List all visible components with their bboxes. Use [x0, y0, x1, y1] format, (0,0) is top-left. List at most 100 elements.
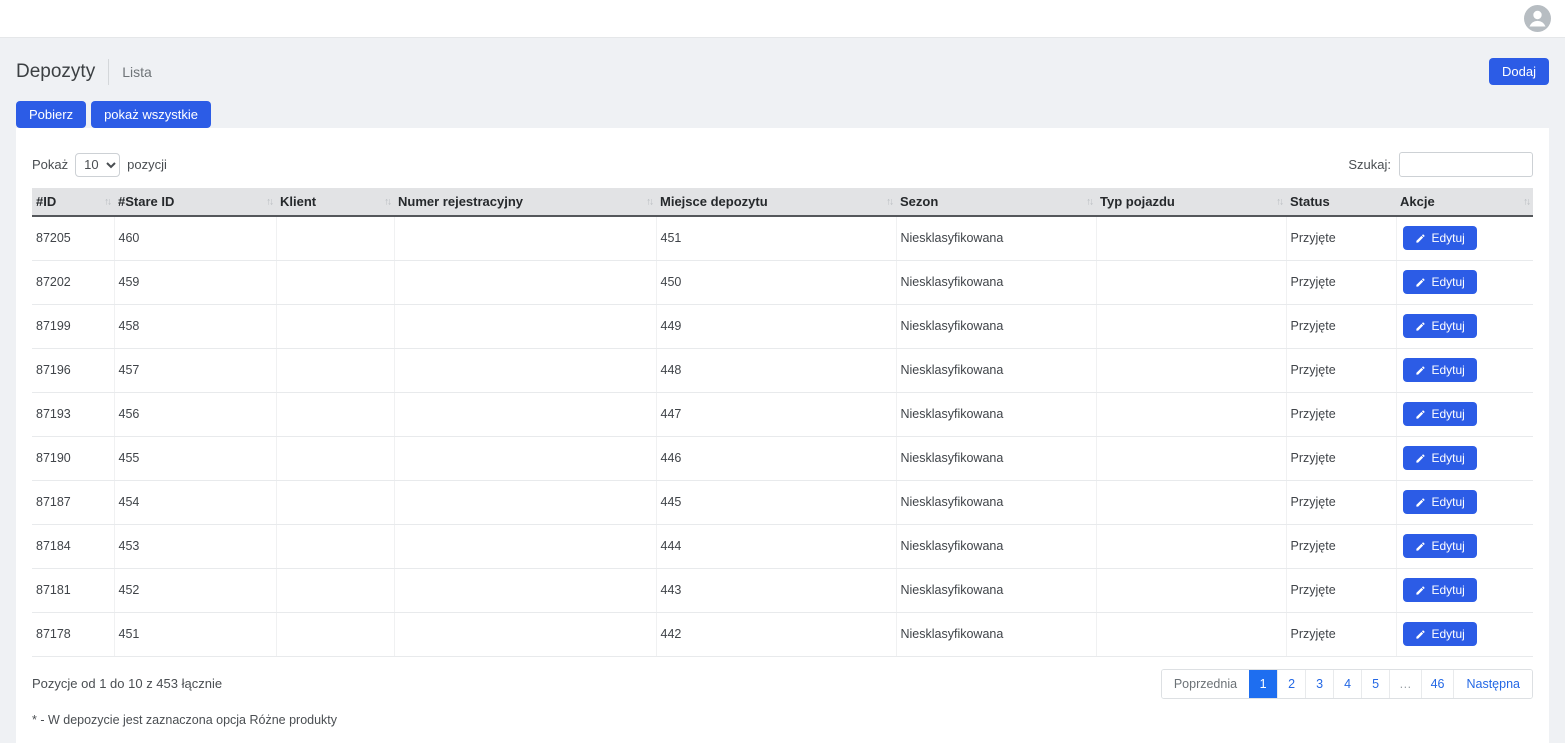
show-all-button[interactable]: pokaż wszystkie [91, 101, 211, 128]
edit-button[interactable]: Edytuj [1403, 446, 1477, 470]
edit-button-label: Edytuj [1432, 408, 1465, 420]
cell-akcje: Edytuj [1396, 568, 1533, 612]
pagination-page-5[interactable]: 5 [1361, 670, 1389, 698]
table-row: 87187454445NiesklasyfikowanaPrzyjęteEdyt… [32, 480, 1533, 524]
download-button[interactable]: Pobierz [16, 101, 86, 128]
cell-akcje: Edytuj [1396, 392, 1533, 436]
edit-button[interactable]: Edytuj [1403, 358, 1477, 382]
search-label: Szukaj: [1348, 157, 1391, 172]
column-header-typ-pojazdu[interactable]: Typ pojazdu↑↓ [1096, 188, 1286, 216]
column-header-klient[interactable]: Klient↑↓ [276, 188, 394, 216]
column-header-sezon[interactable]: Sezon↑↓ [896, 188, 1096, 216]
column-header-akcje[interactable]: Akcje↑↓ [1396, 188, 1533, 216]
edit-button[interactable]: Edytuj [1403, 490, 1477, 514]
table-footer: Pozycje od 1 do 10 z 453 łącznie Poprzed… [32, 669, 1533, 699]
cell-miejsce-depozytu: 451 [656, 216, 896, 260]
pagination: Poprzednia 12345…46 Następna [1161, 669, 1533, 699]
cell-id: 87184 [32, 524, 114, 568]
edit-button-label: Edytuj [1432, 452, 1465, 464]
cell-stare-id: 456 [114, 392, 276, 436]
cell-status: Przyjęte [1286, 612, 1396, 656]
table-header-row: #ID↑↓#Stare ID↑↓Klient↑↓Numer rejestracy… [32, 188, 1533, 216]
cell-klient [276, 612, 394, 656]
cell-id: 87196 [32, 348, 114, 392]
cell-akcje: Edytuj [1396, 304, 1533, 348]
pagination-page-4[interactable]: 4 [1333, 670, 1361, 698]
sort-arrows-icon: ↑↓ [886, 196, 892, 207]
pagination-page-3[interactable]: 3 [1305, 670, 1333, 698]
column-header-id[interactable]: #ID↑↓ [32, 188, 114, 216]
column-header-stare-id[interactable]: #Stare ID↑↓ [114, 188, 276, 216]
cell-numer-rejestracyjny [394, 524, 656, 568]
edit-button[interactable]: Edytuj [1403, 402, 1477, 426]
search-input[interactable] [1399, 152, 1533, 177]
add-button[interactable]: Dodaj [1489, 58, 1549, 85]
breadcrumb: Lista [122, 64, 152, 80]
cell-typ-pojazdu [1096, 436, 1286, 480]
cell-akcje: Edytuj [1396, 524, 1533, 568]
edit-button[interactable]: Edytuj [1403, 534, 1477, 558]
cell-typ-pojazdu [1096, 392, 1286, 436]
cell-sezon: Niesklasyfikowana [896, 480, 1096, 524]
cell-akcje: Edytuj [1396, 436, 1533, 480]
cell-status: Przyjęte [1286, 304, 1396, 348]
sort-arrows-icon: ↑↓ [104, 196, 110, 207]
edit-button-label: Edytuj [1432, 496, 1465, 508]
cell-numer-rejestracyjny [394, 260, 656, 304]
cell-typ-pojazdu [1096, 524, 1286, 568]
page-length-select[interactable]: 10 [75, 153, 120, 177]
column-label: #Stare ID [118, 194, 174, 209]
cell-numer-rejestracyjny [394, 480, 656, 524]
pagination-previous-button[interactable]: Poprzednia [1162, 670, 1249, 698]
edit-button[interactable]: Edytuj [1403, 622, 1477, 646]
edit-button[interactable]: Edytuj [1403, 314, 1477, 338]
cell-akcje: Edytuj [1396, 348, 1533, 392]
cell-stare-id: 459 [114, 260, 276, 304]
cell-sezon: Niesklasyfikowana [896, 260, 1096, 304]
cell-id: 87202 [32, 260, 114, 304]
cell-status: Przyjęte [1286, 568, 1396, 612]
cell-stare-id: 451 [114, 612, 276, 656]
pagination-page-46[interactable]: 46 [1421, 670, 1454, 698]
cell-status: Przyjęte [1286, 348, 1396, 392]
edit-button-label: Edytuj [1432, 584, 1465, 596]
edit-button-label: Edytuj [1432, 232, 1465, 244]
cell-status: Przyjęte [1286, 216, 1396, 260]
user-avatar-icon[interactable] [1524, 5, 1551, 32]
cell-sezon: Niesklasyfikowana [896, 436, 1096, 480]
pencil-icon [1415, 409, 1426, 420]
edit-button[interactable]: Edytuj [1403, 270, 1477, 294]
column-header-miejsce-depozytu[interactable]: Miejsce depozytu↑↓ [656, 188, 896, 216]
table-row: 87178451442NiesklasyfikowanaPrzyjęteEdyt… [32, 612, 1533, 656]
edit-button[interactable]: Edytuj [1403, 226, 1477, 250]
edit-button[interactable]: Edytuj [1403, 578, 1477, 602]
edit-button-label: Edytuj [1432, 276, 1465, 288]
cell-id: 87199 [32, 304, 114, 348]
edit-button-label: Edytuj [1432, 540, 1465, 552]
table-info: Pozycje od 1 do 10 z 453 łącznie [32, 676, 222, 691]
cell-miejsce-depozytu: 446 [656, 436, 896, 480]
pagination-next-button[interactable]: Następna [1453, 670, 1532, 698]
title-divider [108, 59, 109, 85]
pagination-ellipsis: … [1389, 670, 1421, 698]
cell-stare-id: 452 [114, 568, 276, 612]
column-label: Sezon [900, 194, 938, 209]
table-row: 87190455446NiesklasyfikowanaPrzyjęteEdyt… [32, 436, 1533, 480]
cell-miejsce-depozytu: 449 [656, 304, 896, 348]
cell-status: Przyjęte [1286, 480, 1396, 524]
cell-klient [276, 260, 394, 304]
column-header-numer-rejestracyjny[interactable]: Numer rejestracyjny↑↓ [394, 188, 656, 216]
cell-id: 87193 [32, 392, 114, 436]
column-label: Typ pojazdu [1100, 194, 1175, 209]
pagination-page-1[interactable]: 1 [1249, 670, 1277, 698]
cell-id: 87187 [32, 480, 114, 524]
pagination-page-2[interactable]: 2 [1277, 670, 1305, 698]
table-controls: Pokaż 10 pozycji Szukaj: [32, 152, 1533, 177]
deposits-table: #ID↑↓#Stare ID↑↓Klient↑↓Numer rejestracy… [32, 188, 1533, 657]
cell-typ-pojazdu [1096, 216, 1286, 260]
cell-akcje: Edytuj [1396, 260, 1533, 304]
pencil-icon [1415, 233, 1426, 244]
cell-akcje: Edytuj [1396, 216, 1533, 260]
table-body: 87205460451NiesklasyfikowanaPrzyjęteEdyt… [32, 216, 1533, 656]
cell-id: 87190 [32, 436, 114, 480]
